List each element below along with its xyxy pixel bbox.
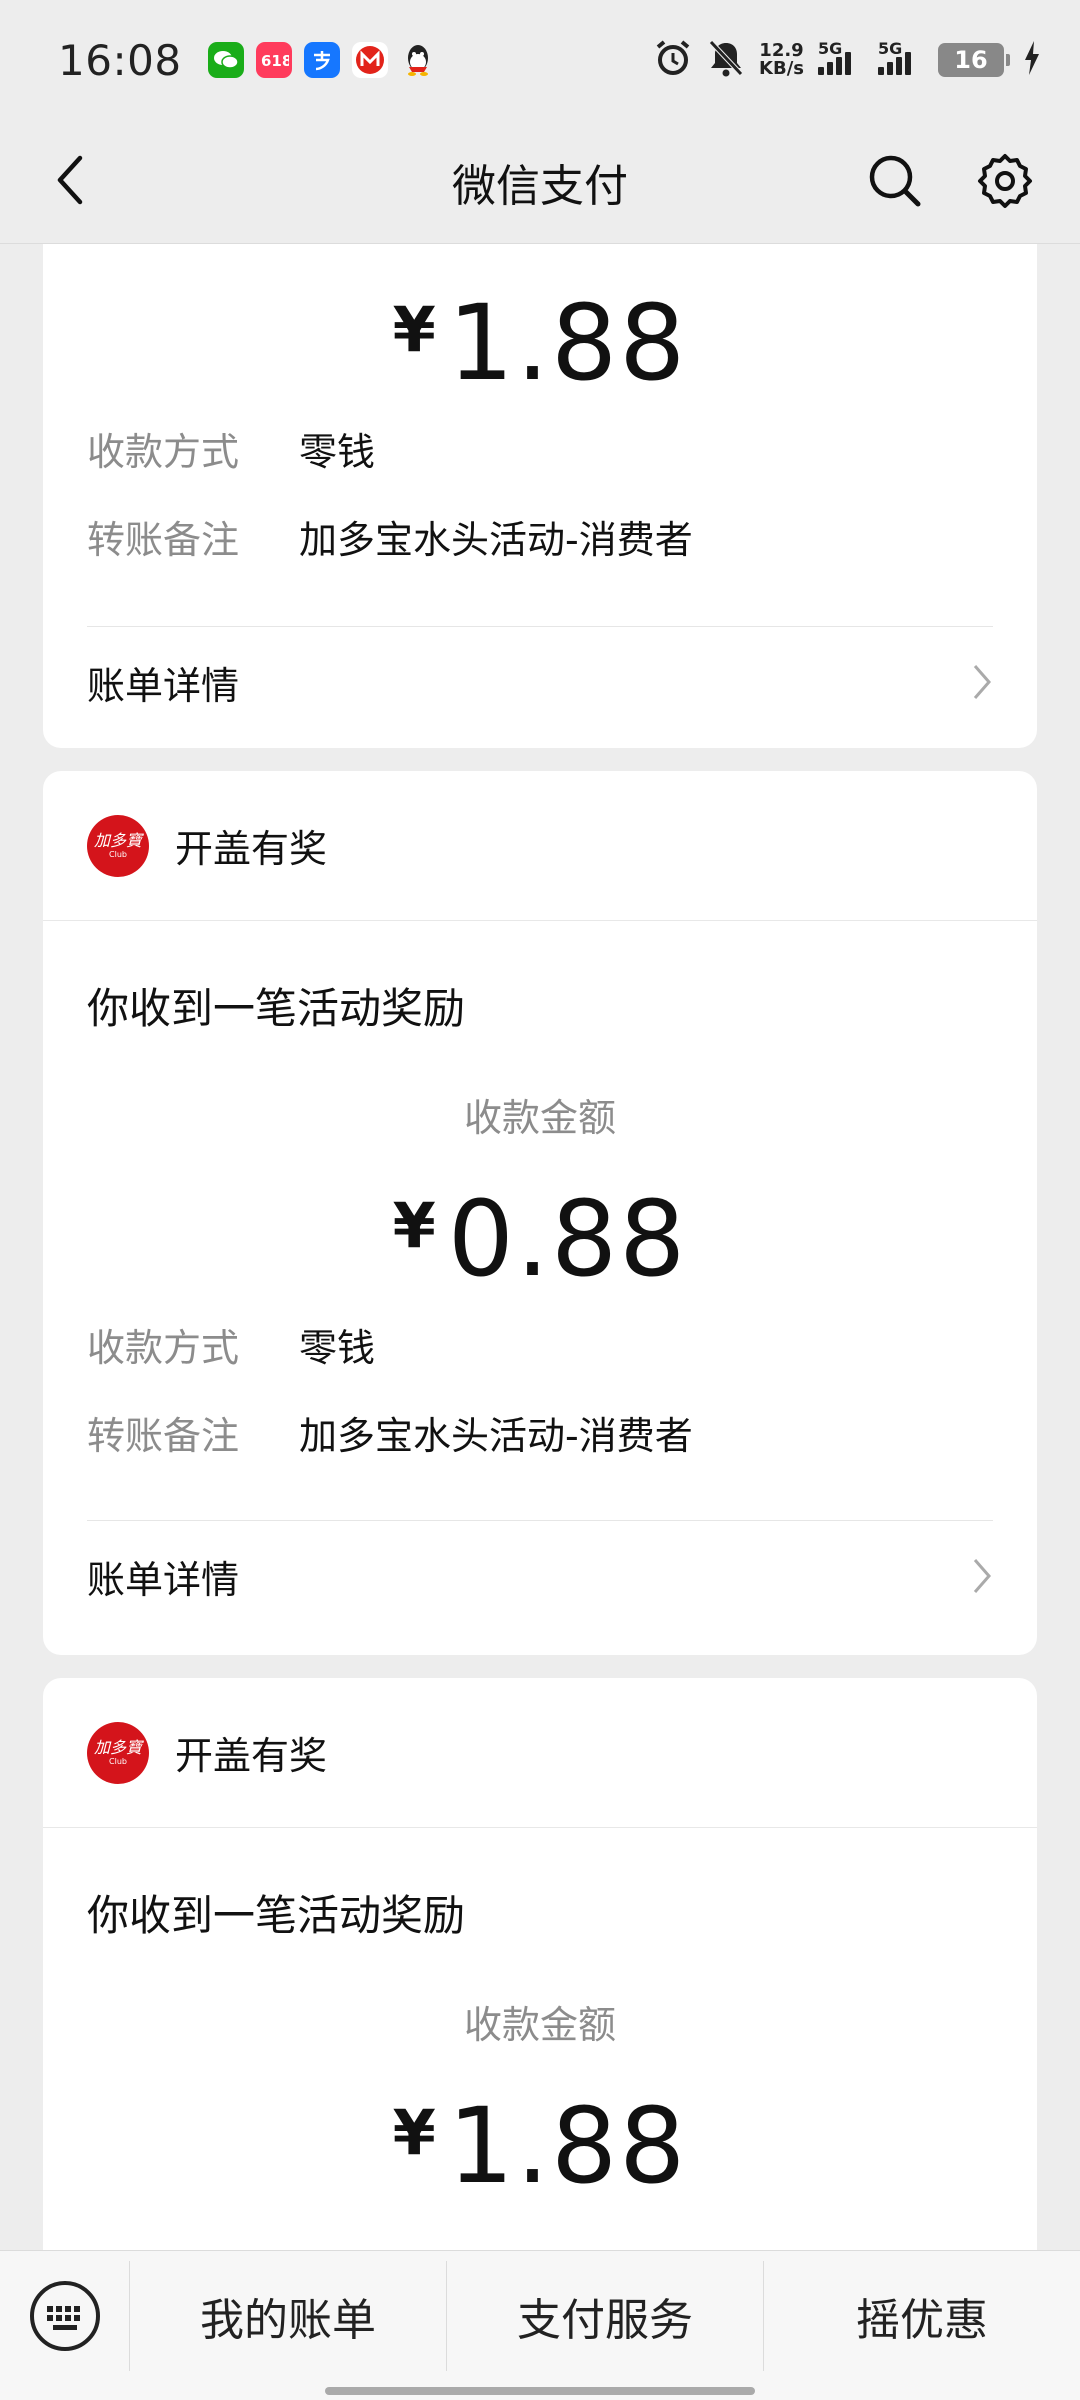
sender-name: 开盖有奖 — [175, 827, 328, 871]
note-label: 转账备注 — [87, 1413, 240, 1458]
card-header[interactable]: 加多寶 Club 开盖有奖 — [43, 1678, 1037, 1828]
alipay-icon — [303, 42, 340, 78]
method-label: 收款方式 — [87, 429, 240, 474]
status-bar: 16:08 618 12.9 KB/s 5G 5G 16 — [0, 0, 1080, 120]
bill-details-link[interactable]: 账单详情 — [87, 627, 993, 737]
note-value: 加多宝水头活动-消费者 — [299, 1413, 693, 1458]
bottom-menu-bar: 我的账单 支付服务 摇优惠 — [0, 2250, 1080, 2400]
jiaduobao-logo: 加多寶 Club — [87, 1721, 149, 1784]
payment-method-row: 收款方式 零钱 — [87, 1300, 993, 1388]
wechat-icon — [207, 42, 244, 78]
note-row: 转账备注 加多宝水头活动-消费者 — [87, 1388, 993, 1476]
chevron-left-icon — [57, 155, 83, 205]
amount-label: 收款金额 — [463, 1096, 616, 1140]
shopping-618-icon: 618 — [255, 42, 292, 78]
amount: ¥1.88 — [392, 2085, 688, 2207]
method-label: 收款方式 — [87, 1325, 240, 1370]
chevron-right-icon — [973, 1559, 991, 1593]
back-button[interactable] — [40, 150, 100, 210]
note-row: 转账备注 加多宝水头活动-消费者 — [87, 492, 993, 580]
status-time: 16:08 — [58, 35, 182, 85]
settings-button[interactable] — [970, 146, 1040, 216]
amount-label: 收款金额 — [463, 2003, 616, 2047]
title-bar: 微信支付 — [0, 120, 1080, 244]
method-value: 零钱 — [299, 429, 376, 474]
amount: ¥0.88 — [392, 1178, 688, 1300]
chevron-right-icon — [973, 665, 991, 699]
metro-icon — [351, 42, 388, 78]
jiaduobao-logo: 加多寶 Club — [87, 814, 149, 877]
payment-card: 加多寶 Club 开盖有奖 你收到一笔活动奖励 收款金额 ¥0.88 收款方式 … — [43, 771, 1037, 1655]
page-title: 微信支付 — [452, 160, 628, 212]
headline: 你收到一笔活动奖励 — [87, 1891, 466, 1940]
home-indicator[interactable] — [325, 2387, 755, 2395]
keyboard-icon — [29, 2281, 100, 2351]
bell-muted-icon — [707, 38, 745, 82]
menu-payment-services[interactable]: 支付服务 — [447, 2261, 764, 2371]
amount: ¥1.88 — [392, 282, 688, 404]
note-label: 转账备注 — [87, 517, 240, 562]
bill-details-label: 账单详情 — [87, 1557, 240, 1602]
sender-name: 开盖有奖 — [175, 1734, 328, 1778]
payment-card: 加多寶 Club 开盖有奖 你收到一笔活动奖励 收款金额 ¥1.88 — [43, 1678, 1037, 2250]
menu-shake-offers[interactable]: 摇优惠 — [764, 2261, 1080, 2371]
charging-icon — [1024, 41, 1040, 79]
net-speed: 12.9 KB/s — [759, 40, 804, 79]
alarm-icon — [653, 38, 693, 82]
bill-details-label: 账单详情 — [87, 663, 240, 708]
gear-icon — [978, 154, 1032, 208]
payment-card: ¥1.88 收款方式 零钱 转账备注 加多宝水头活动-消费者 账单详情 — [43, 244, 1037, 748]
signal-icon: 5G — [818, 39, 864, 75]
method-value: 零钱 — [299, 1325, 376, 1370]
card-header[interactable]: 加多寶 Club 开盖有奖 — [43, 771, 1037, 921]
qq-icon — [400, 42, 436, 78]
signal-icon: 5G — [878, 39, 924, 75]
menu-my-bills[interactable]: 我的账单 — [130, 2261, 447, 2371]
message-list[interactable]: ¥1.88 收款方式 零钱 转账备注 加多宝水头活动-消费者 账单详情 加多寶 … — [0, 244, 1080, 2250]
note-value: 加多宝水头活动-消费者 — [299, 517, 693, 562]
payment-method-row: 收款方式 零钱 — [87, 404, 993, 492]
battery-icon: 16 — [938, 43, 1010, 77]
headline: 你收到一笔活动奖励 — [87, 984, 466, 1033]
search-icon — [869, 155, 921, 207]
search-button[interactable] — [860, 146, 930, 216]
svg-text:618: 618 — [261, 52, 289, 70]
bill-details-link[interactable]: 账单详情 — [87, 1521, 993, 1631]
keyboard-toggle-button[interactable] — [0, 2261, 130, 2371]
